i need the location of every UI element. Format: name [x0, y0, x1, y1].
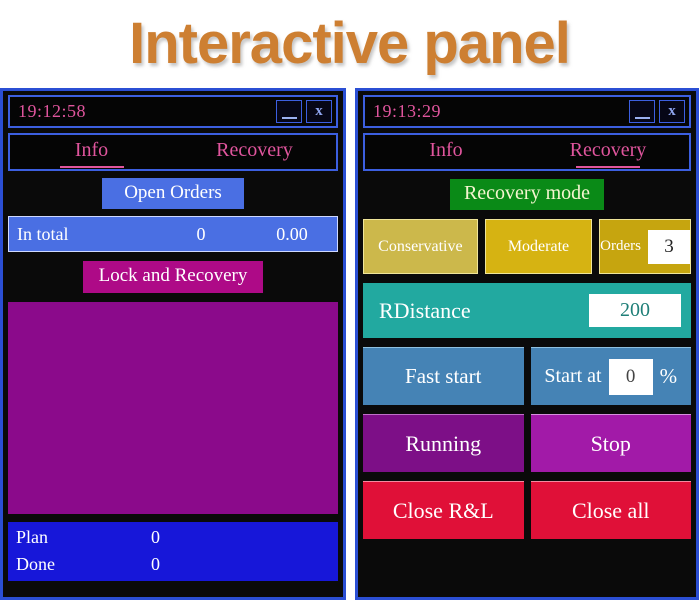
- panels-container: 19:12:58 x Info Recovery Open Orders In …: [0, 88, 699, 600]
- start-at-label: Start at: [544, 365, 602, 387]
- lock-and-recovery-button[interactable]: Lock and Recovery: [82, 261, 264, 293]
- in-total-label: In total: [17, 223, 69, 244]
- rdistance-label: RDistance: [379, 297, 471, 323]
- orders-stepper[interactable]: Orders 3: [599, 219, 691, 274]
- tab-recovery-right[interactable]: Recovery: [527, 136, 689, 168]
- right-panel-tabbar: Info Recovery: [363, 133, 691, 171]
- right-panel: 19:13:29 x Info Recovery Recovery mode C…: [355, 88, 699, 600]
- rdistance-input[interactable]: 200: [589, 294, 681, 327]
- close-all-button[interactable]: Close all: [530, 481, 691, 539]
- left-panel-minimize-button[interactable]: [276, 100, 302, 123]
- done-label: Done: [16, 554, 55, 574]
- orders-input[interactable]: 3: [648, 229, 690, 264]
- start-at-control[interactable]: Start at 0 %: [530, 347, 691, 405]
- fast-start-button[interactable]: Fast start: [363, 347, 524, 405]
- orders-label: Orders: [600, 238, 641, 254]
- close-buttons-row: Close R&L Close all: [363, 481, 691, 539]
- page-title: Interactive panel: [129, 11, 571, 76]
- open-orders-row: Open Orders: [8, 178, 338, 209]
- left-panel-clock: 19:12:58: [18, 101, 87, 121]
- in-total-row: In total 0 0.00: [8, 216, 338, 252]
- tab-info-left[interactable]: Info: [10, 136, 173, 168]
- plan-value: 0: [151, 527, 160, 547]
- start-at-input[interactable]: 0: [608, 358, 653, 395]
- moderate-button[interactable]: Moderate: [484, 219, 593, 274]
- run-stop-row: Running Stop: [363, 414, 691, 472]
- left-panel-tabbar: Info Recovery: [8, 133, 338, 171]
- right-panel-minimize-button[interactable]: [629, 100, 655, 123]
- left-panel-close-button[interactable]: x: [306, 100, 332, 123]
- recovery-mode-row: Recovery mode: [363, 179, 691, 210]
- open-orders-button[interactable]: Open Orders: [102, 178, 244, 209]
- stop-button[interactable]: Stop: [530, 414, 691, 472]
- running-button[interactable]: Running: [363, 414, 524, 472]
- left-panel-titlebar: 19:12:58 x: [8, 95, 338, 128]
- left-panel: 19:12:58 x Info Recovery Open Orders In …: [0, 88, 346, 600]
- mode-buttons-row: Conservative Moderate Orders 3: [363, 219, 691, 274]
- in-total-amount: 0.00: [276, 223, 308, 244]
- start-buttons-row: Fast start Start at 0 %: [363, 347, 691, 405]
- page-title-area: Interactive panel: [0, 0, 699, 88]
- conservative-button[interactable]: Conservative: [363, 219, 478, 274]
- orders-list-area[interactable]: [8, 302, 338, 514]
- minimize-icon: [281, 117, 297, 119]
- tab-recovery-left[interactable]: Recovery: [173, 136, 336, 168]
- done-row: Done 0: [16, 551, 338, 578]
- plan-label: Plan: [16, 527, 49, 547]
- plan-row: Plan 0: [16, 524, 338, 551]
- lock-and-recovery-row: Lock and Recovery: [8, 261, 338, 293]
- minimize-icon: [634, 117, 650, 119]
- in-total-count: 0: [196, 223, 206, 244]
- tab-info-right[interactable]: Info: [365, 136, 527, 168]
- right-panel-clock: 19:13:29: [373, 101, 442, 121]
- recovery-mode-button[interactable]: Recovery mode: [449, 179, 605, 210]
- done-value: 0: [151, 554, 160, 574]
- right-panel-close-button[interactable]: x: [659, 100, 685, 123]
- right-panel-titlebar: 19:13:29 x: [363, 95, 691, 128]
- rdistance-row: RDistance 200: [363, 283, 691, 338]
- close-rl-button[interactable]: Close R&L: [363, 481, 524, 539]
- start-at-unit: %: [659, 364, 678, 388]
- left-panel-footer: Plan 0 Done 0: [8, 522, 338, 581]
